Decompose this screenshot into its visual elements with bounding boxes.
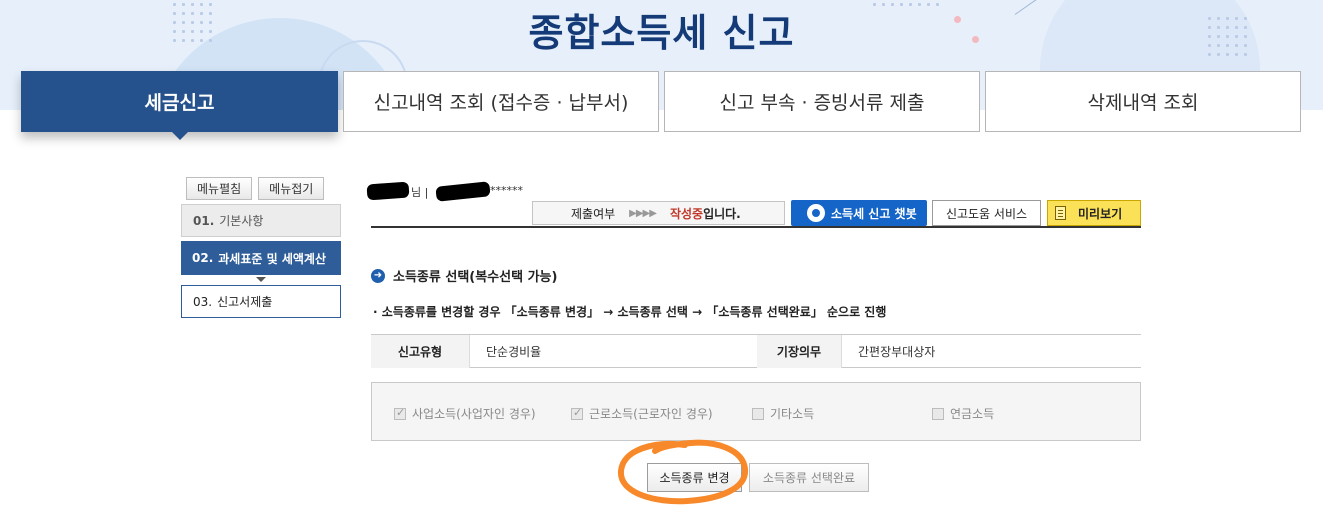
checkbox[interactable] <box>394 406 406 420</box>
main-tabs: 세금신고 신고내역 조회 (접수증 · 납부서) 신고 부속 · 증빙서류 제출… <box>21 71 1301 140</box>
step-label: 과세표준 및 세액계산 <box>218 251 326 266</box>
checkbox[interactable] <box>932 407 944 420</box>
checkbox[interactable] <box>752 407 764 420</box>
status-state-suffix: 입니다. <box>703 206 741 221</box>
page-title: 종합소득세 신고 <box>528 11 795 55</box>
confirm-income-type-button[interactable]: 소득종류 선택완료 <box>749 463 869 492</box>
step-label: 신고서제출 <box>217 295 273 309</box>
chatbot-label: 소득세 신고 챗봇 <box>831 206 917 221</box>
step-number: 02. <box>192 251 214 265</box>
report-type-label: 신고유형 <box>371 335 469 368</box>
tab-deleted-history[interactable]: 삭제내역 조회 <box>985 71 1301 132</box>
highlight-annotation <box>618 439 749 505</box>
income-type-selector: 사업소득(사업자인 경우) 근로소득(근로자인 경우) 기타소득 연금소득 <box>371 382 1141 441</box>
income-type-other[interactable]: 기타소득 <box>752 405 814 422</box>
income-type-pension[interactable]: 연금소득 <box>932 405 994 422</box>
tab-filing-history[interactable]: 신고내역 조회 (접수증 · 납부서) <box>343 71 659 132</box>
income-type-business[interactable]: 사업소득(사업자인 경우) <box>394 405 536 422</box>
step-label: 기본사항 <box>219 214 264 228</box>
divider <box>371 226 1141 228</box>
status-state: 작성중 <box>669 206 704 221</box>
section-title: 소득종류 선택(복수선택 가능) <box>393 270 558 285</box>
status-arrows: ▶▶▶▶ <box>629 207 657 219</box>
menu-collapse-button[interactable]: 메뉴접기 <box>258 177 325 200</box>
step-current-indicator <box>256 277 266 282</box>
filing-info-table: 신고유형 단순경비율 기장의무 간편장부대상자 <box>371 334 1141 368</box>
step-basic-info[interactable]: 01. 기본사항 <box>181 204 341 237</box>
checkbox[interactable] <box>571 406 583 420</box>
tab-attachments[interactable]: 신고 부속 · 증빙서류 제출 <box>664 71 980 132</box>
preview-label: 미리보기 <box>1078 206 1123 221</box>
redacted-user-id <box>435 181 491 202</box>
redacted-user-name <box>366 181 410 201</box>
section-heading: ➜ 소득종류 선택(복수선택 가능) <box>371 266 557 285</box>
step-number: 03. <box>193 294 213 309</box>
arrow-right-icon: ➜ <box>371 268 385 283</box>
menu-toggle-group: 메뉴펼침 메뉴접기 <box>186 177 325 200</box>
income-type-earned[interactable]: 근로소득(근로자인 경우) <box>571 405 713 422</box>
status-label: 제출여부 <box>571 206 616 221</box>
tab-tax-filing[interactable]: 세금신고 <box>21 71 338 140</box>
user-name-suffix: 님 | <box>411 186 429 199</box>
bookkeeping-value: 간편장부대상자 <box>841 335 1141 368</box>
section-notice: · 소득종류를 변경할 경우 「소득종류 변경」 → 소득종류 선택 → 「소득… <box>373 305 887 319</box>
bookkeeping-label: 기장의무 <box>757 335 841 368</box>
step-tax-calculation[interactable]: 02. 과세표준 및 세액계산 <box>181 241 341 275</box>
income-type-label: 기타소득 <box>770 407 815 421</box>
chatbot-button[interactable]: 소득세 신고 챗봇 <box>791 200 927 226</box>
step-number: 01. <box>193 213 215 228</box>
document-icon <box>1055 206 1066 220</box>
help-service-button[interactable]: 신고도움 서비스 <box>932 200 1041 226</box>
submission-status: 제출여부 ▶▶▶▶ 작성중입니다. <box>532 201 785 225</box>
user-id-mask: ****** <box>490 184 523 197</box>
report-type-value: 단순경비율 <box>469 335 757 368</box>
page: 종합소득세 신고 세금신고 신고내역 조회 (접수증 · 납부서) 신고 부속 … <box>0 0 1323 517</box>
income-type-label: 연금소득 <box>950 407 995 421</box>
income-type-label: 근로소득(근로자인 경우) <box>589 407 713 421</box>
menu-expand-button[interactable]: 메뉴펼침 <box>186 177 253 200</box>
preview-button[interactable]: 미리보기 <box>1047 200 1141 226</box>
step-submission[interactable]: 03. 신고서제출 <box>181 285 341 318</box>
income-type-label: 사업소득(사업자인 경우) <box>412 407 536 421</box>
chatbot-icon <box>807 204 825 222</box>
